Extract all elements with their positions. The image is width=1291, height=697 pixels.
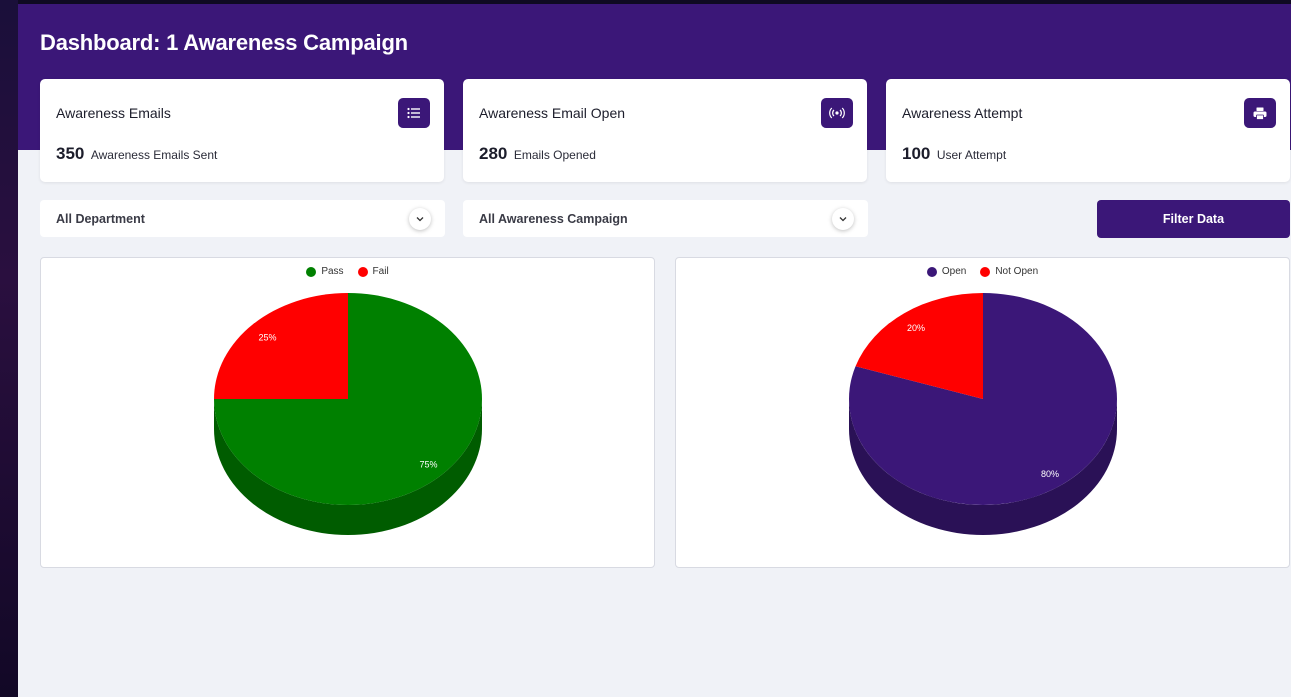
campaign-select-value: All Awareness Campaign <box>479 212 628 226</box>
pie-slice[interactable] <box>214 293 348 399</box>
pie-chart-svg: 80% 20% <box>849 293 1117 535</box>
slice-value-label: 20% <box>907 323 925 333</box>
background-strip <box>0 0 18 697</box>
printer-icon[interactable] <box>1244 98 1276 128</box>
card-value: 280 Emails Opened <box>479 144 596 164</box>
chevron-down-icon[interactable] <box>409 208 431 230</box>
card-number: 100 <box>902 144 931 163</box>
pass-fail-chart-panel: Pass Fail 75% 25% <box>40 257 655 568</box>
page-title: Dashboard: 1 Awareness Campaign <box>40 30 408 55</box>
card-label: Emails Opened <box>513 148 596 162</box>
card-awareness-attempt: Awareness Attempt 100 User Attempt <box>886 79 1290 182</box>
filter-data-button[interactable]: Filter Data <box>1097 200 1290 238</box>
app-container: Dashboard: 1 Awareness Campaign Awarenes… <box>18 4 1291 697</box>
card-number: 350 <box>56 144 85 163</box>
chevron-down-icon[interactable] <box>832 208 854 230</box>
card-number: 280 <box>479 144 508 163</box>
card-value: 350 Awareness Emails Sent <box>56 144 217 164</box>
slice-value-label: 80% <box>1041 469 1059 479</box>
list-icon[interactable] <box>398 98 430 128</box>
card-label: User Attempt <box>936 148 1007 162</box>
card-label: Awareness Emails Sent <box>90 148 218 162</box>
card-title: Awareness Emails <box>56 105 171 121</box>
broadcast-icon[interactable] <box>821 98 853 128</box>
card-title: Awareness Attempt <box>902 105 1023 121</box>
slice-value-label: 25% <box>258 332 276 342</box>
card-title: Awareness Email Open <box>479 105 626 121</box>
pie-chart-svg: 75% 25% <box>214 293 482 535</box>
card-value: 100 User Attempt <box>902 144 1006 164</box>
card-awareness-emails: Awareness Emails 350 Awareness Emails Se… <box>40 79 444 182</box>
card-awareness-email-open: Awareness Email Open 280 Emails Opened <box>463 79 867 182</box>
department-select[interactable]: All Department <box>40 200 445 237</box>
open-chart-panel: Open Not Open 80% 20% <box>675 257 1290 568</box>
department-select-value: All Department <box>56 212 145 226</box>
slice-value-label: 75% <box>420 460 438 470</box>
campaign-select[interactable]: All Awareness Campaign <box>463 200 868 237</box>
